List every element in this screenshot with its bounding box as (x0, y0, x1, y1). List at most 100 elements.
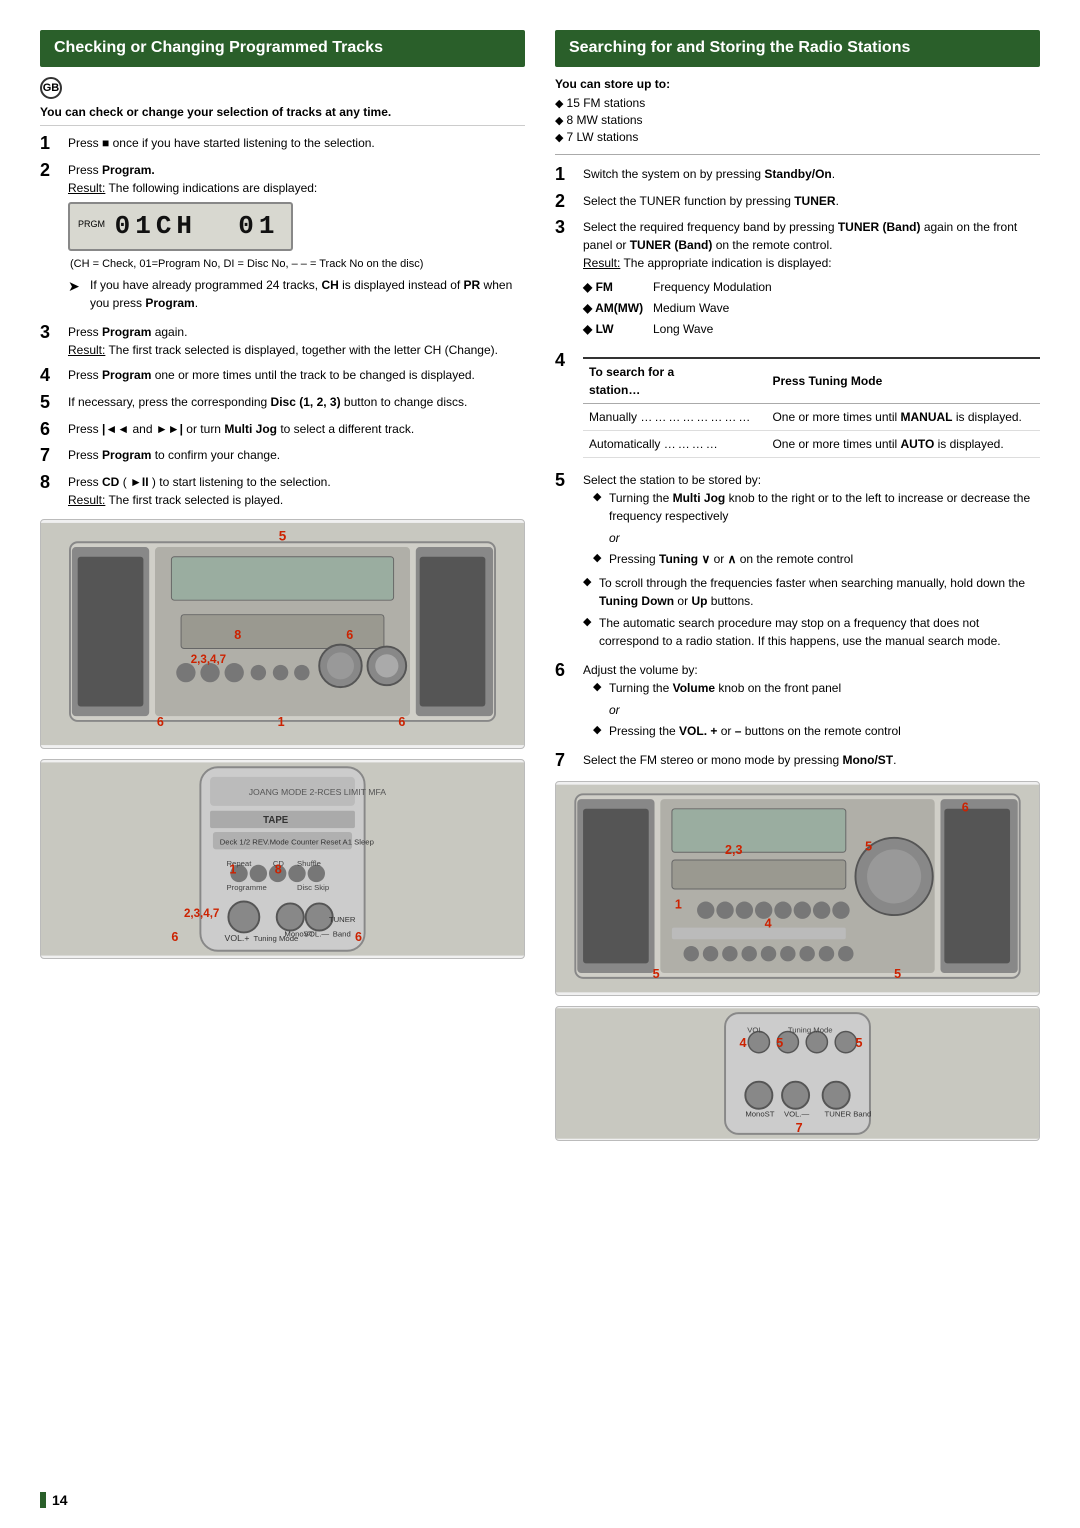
svg-text:1: 1 (278, 715, 285, 729)
step4-col2-header: Press Tuning Mode (766, 358, 1040, 404)
svg-text:TUNER Band: TUNER Band (825, 1110, 872, 1119)
step-3: 3 Press Program again. Result: The first… (40, 323, 525, 359)
section-divider (555, 154, 1040, 155)
svg-text:7: 7 (796, 1121, 803, 1135)
r-step-5-note-2-text: The automatic search procedure may stop … (599, 614, 1040, 650)
display-box: PRGM 01CH 01 (68, 202, 293, 251)
step-2: 2 Press Program. Result: The following i… (40, 161, 525, 317)
svg-text:1: 1 (675, 897, 682, 911)
svg-text:VOL.—: VOL.— (304, 930, 330, 939)
step-5-content: If necessary, press the corresponding Di… (68, 393, 525, 411)
svg-text:Tuning Mode: Tuning Mode (788, 1026, 833, 1035)
step-5-number: 5 (40, 393, 62, 413)
step4-table: To search for astation… Press Tuning Mod… (583, 357, 1040, 458)
right-section-title: Searching for and Storing the Radio Stat… (555, 30, 1040, 67)
fm-fm-indicator: ◆ FM (583, 278, 653, 296)
r-step-4: 4 To search for astation… Press Tuning M… (555, 351, 1040, 464)
svg-text:MonoST: MonoST (745, 1110, 774, 1119)
fm-row-lw: ◆ LW Long Wave (583, 320, 1040, 338)
arrow-note-text: If you have already programmed 24 tracks… (90, 276, 525, 312)
svg-text:6: 6 (962, 801, 969, 815)
step-4: 4 Press Program one or more times until … (40, 366, 525, 386)
step4-auto-label: Automatically ………… (583, 431, 766, 458)
bullet-sym-v2: ◆ (593, 722, 609, 739)
device-image-top: 5 8 6 2,3,4,7 6 1 6 (40, 519, 525, 749)
svg-text:8: 8 (275, 863, 282, 877)
page-number: 14 (40, 1492, 68, 1508)
svg-text:Programme: Programme (226, 883, 266, 892)
gb-badge: GB (40, 77, 62, 99)
svg-text:VOL.—: VOL.— (784, 1110, 810, 1119)
svg-text:4: 4 (765, 917, 772, 931)
fm-table: ◆ FM Frequency Modulation ◆ AM(MW) Mediu… (583, 278, 1040, 338)
r-step-5-bullet-2: ◆ Pressing Tuning ∨ or ∧ on the remote c… (593, 550, 1040, 568)
page-container: Checking or Changing Programmed Tracks G… (0, 0, 1080, 1528)
r-step-5-bullet-2-text: Pressing Tuning ∨ or ∧ on the remote con… (609, 550, 853, 568)
svg-text:1: 1 (229, 863, 236, 877)
fm-row-fm: ◆ FM Frequency Modulation (583, 278, 1040, 296)
store-up-label: You can store up to: (555, 77, 1040, 91)
right-column: Searching for and Storing the Radio Stat… (555, 30, 1040, 1151)
r-step-3-number: 3 (555, 218, 577, 238)
svg-text:5: 5 (855, 1036, 862, 1050)
svg-text:6: 6 (171, 930, 178, 944)
svg-text:5: 5 (776, 1036, 783, 1050)
r-step-6-content: Adjust the volume by: ◆ Turning the Volu… (583, 661, 1040, 744)
r-step-7-content: Select the FM stereo or mono mode by pre… (583, 751, 1040, 769)
fm-row-mw: ◆ AM(MW) Medium Wave (583, 299, 1040, 317)
r-step-5-bullet-1-text: Turning the Multi Jog knob to the right … (609, 489, 1040, 525)
bullet-fm: 15 FM stations (555, 96, 1040, 110)
step-6: 6 Press |◄◄ and ►►| or turn Multi Jog to… (40, 420, 525, 440)
bullet-sym-2: ◆ (593, 550, 609, 567)
step-4-number: 4 (40, 366, 62, 386)
step-7-content: Press Program to confirm your change. (68, 446, 525, 464)
step-1-content: Press ■ once if you have started listeni… (68, 134, 525, 152)
svg-text:6: 6 (398, 715, 405, 729)
svg-text:TUNER: TUNER (329, 915, 356, 924)
step-2-arrow-note: ➤ If you have already programmed 24 trac… (68, 276, 525, 312)
step-1: 1 Press ■ once if you have started liste… (40, 134, 525, 154)
r-step-5-content: Select the station to be stored by: ◆ Tu… (583, 471, 1040, 654)
r-step-5-number: 5 (555, 471, 577, 491)
r-step-7-number: 7 (555, 751, 577, 771)
step-6-content: Press |◄◄ and ►►| or turn Multi Jog to s… (68, 420, 525, 438)
step-7: 7 Press Program to confirm your change. (40, 446, 525, 466)
r-step-1-content: Switch the system on by pressing Standby… (583, 165, 1040, 183)
r-step-6-bullet-2: ◆ Pressing the VOL. + or – buttons on th… (593, 722, 1040, 740)
bullet-sym-note-1: ◆ (583, 574, 599, 591)
step-4-content: Press Program one or more times until th… (68, 366, 525, 384)
r-step-6: 6 Adjust the volume by: ◆ Turning the Vo… (555, 661, 1040, 744)
svg-text:VOL.+: VOL.+ (225, 933, 250, 943)
svg-text:Band: Band (333, 930, 351, 939)
bullet-sym-v1: ◆ (593, 679, 609, 696)
display-note: (CH = Check, 01=Program No, DI = Disc No… (68, 256, 525, 273)
svg-text:5: 5 (653, 967, 660, 981)
fm-mw-desc: Medium Wave (653, 299, 1040, 317)
svg-text:6: 6 (157, 715, 164, 729)
r-step-1: 1 Switch the system on by pressing Stand… (555, 165, 1040, 185)
fm-mw-indicator: ◆ AM(MW) (583, 299, 653, 317)
svg-text:4: 4 (740, 1036, 747, 1050)
step4-row-auto: Automatically ………… One or more times unt… (583, 431, 1040, 458)
right-device-image-bottom: VOL Tuning Mode MonoST VOL.— TUNER Band … (555, 1006, 1040, 1141)
svg-text:6: 6 (346, 628, 353, 642)
step-2-number: 2 (40, 161, 62, 181)
step-3-content: Press Program again. Result: The first t… (68, 323, 525, 359)
svg-text:VOL: VOL (747, 1026, 763, 1035)
display-prgm-label: PRGM (78, 219, 105, 229)
fm-fm-desc: Frequency Modulation (653, 278, 1040, 296)
r-step-1-number: 1 (555, 165, 577, 185)
step4-col1-header: To search for astation… (583, 358, 766, 404)
step4-manual-desc: One or more times until MANUAL is displa… (766, 404, 1040, 431)
svg-text:Shuffle: Shuffle (297, 859, 321, 868)
svg-text:TAPE: TAPE (263, 816, 289, 827)
step-6-number: 6 (40, 420, 62, 440)
r-step-2-number: 2 (555, 192, 577, 212)
svg-text:Disc Skip: Disc Skip (297, 883, 329, 892)
or-text-2: or (593, 701, 1040, 719)
fm-lw-desc: Long Wave (653, 320, 1040, 338)
or-text-1: or (593, 529, 1040, 547)
display-text: 01CH 01 (115, 211, 280, 241)
r-step-5-bullets: ◆ Turning the Multi Jog knob to the righ… (583, 489, 1040, 568)
svg-text:2,3,4,7: 2,3,4,7 (184, 908, 219, 920)
